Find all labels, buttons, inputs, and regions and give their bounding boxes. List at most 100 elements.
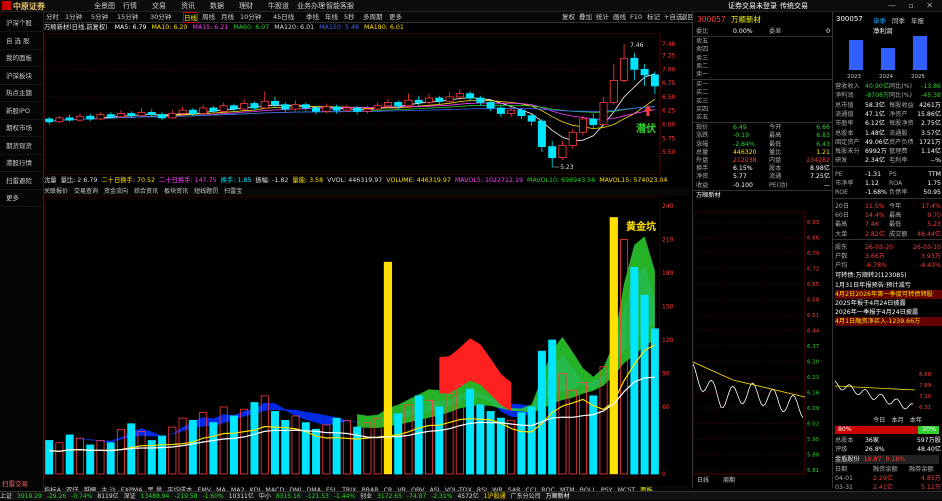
candle-body bbox=[240, 103, 249, 110]
sidebar-item[interactable]: 我的面板 bbox=[0, 50, 44, 67]
quote-row: 收益 -0.100 PE(动) — bbox=[693, 182, 833, 190]
quote-bottom-tab[interactable]: 日线 bbox=[697, 476, 709, 484]
fin-row-label: 市盈率 bbox=[835, 120, 854, 128]
window-controls[interactable]: — ▫ ✕ bbox=[888, 0, 938, 12]
status-item: 3172.65 bbox=[377, 493, 402, 500]
bottom-tab[interactable]: 关联报价 bbox=[44, 188, 68, 195]
convertible-bond-notice[interactable]: 可转债:万顺转2(123085) bbox=[835, 271, 942, 280]
period-tab[interactable]: 月线 bbox=[221, 12, 234, 23]
fin-period-tab[interactable]: 今日 bbox=[873, 417, 885, 424]
toolbar-right-button[interactable]: F10 bbox=[630, 12, 642, 23]
top-menu-item[interactable]: 理财 bbox=[239, 0, 253, 12]
fin-news-item[interactable]: 4月1日融资净买入-1239.66万 bbox=[835, 316, 942, 326]
fin-tab[interactable]: 同季 bbox=[892, 17, 905, 25]
quote-bottom-tab[interactable]: 周期 bbox=[723, 476, 735, 484]
period-tab[interactable]: 30分钟 bbox=[150, 12, 171, 23]
fin-row-value: 1.12 bbox=[865, 180, 879, 187]
fin-news-item[interactable]: 2025年报于4月24日披露 bbox=[835, 299, 942, 308]
sidebar-item[interactable]: 期货现货 bbox=[0, 138, 44, 155]
fin-period-tab[interactable]: 本年 bbox=[910, 417, 922, 424]
fin-news-item[interactable]: 1月31日年报预告:预计减亏 bbox=[835, 281, 942, 290]
candle-body bbox=[630, 57, 639, 70]
quote-row-value: -0.100 bbox=[733, 181, 753, 189]
toolbar-right-button[interactable]: 画线 bbox=[613, 12, 626, 23]
period-tab[interactable]: 5分钟 bbox=[91, 12, 108, 23]
status-item: -29.26 bbox=[46, 493, 67, 500]
candle-body bbox=[558, 145, 567, 159]
top-menu-item[interactable]: 业务办理 bbox=[297, 0, 325, 12]
sidebar-item[interactable]: 沪深板块 bbox=[0, 68, 44, 85]
bottom-tab[interactable]: 扫雷宝 bbox=[224, 188, 242, 195]
quote-row-label2: 委差 bbox=[769, 28, 782, 35]
top-menu-item[interactable]: 行情 bbox=[123, 0, 137, 12]
bottom-tab[interactable]: 资金流向 bbox=[104, 188, 128, 195]
period-tab[interactable]: 15分钟 bbox=[117, 12, 138, 23]
fin-row-value: 26.8% bbox=[865, 446, 885, 454]
sidebar-item[interactable]: 新股IPO bbox=[0, 103, 44, 120]
fin-row-label2: 流通股 bbox=[889, 129, 908, 137]
bottom-tab[interactable]: 综合资讯 bbox=[134, 188, 158, 195]
top-menu-item[interactable]: 资讯 bbox=[181, 0, 195, 12]
volume-bar bbox=[640, 294, 649, 475]
period-tab[interactable]: 多周期 bbox=[363, 12, 383, 23]
tick-y-label: 6.37 bbox=[807, 344, 820, 350]
sidebar-item[interactable]: 热点主题 bbox=[0, 85, 44, 102]
fin-news-item[interactable]: 2026年一季报于4月24日披露 bbox=[835, 308, 942, 317]
bottom-tab[interactable]: 交易查询 bbox=[74, 188, 98, 195]
sidebar-item[interactable]: 更多 bbox=[0, 190, 44, 207]
candle-body bbox=[137, 111, 146, 117]
fin-row-value2: 26-03-10 bbox=[912, 243, 941, 251]
bottom-tab[interactable]: 板块资讯 bbox=[164, 188, 188, 195]
fin-tab[interactable]: 年报 bbox=[911, 17, 924, 25]
quote-row-value: 0.00% bbox=[733, 28, 753, 35]
top-menu-item[interactable]: 交易 bbox=[152, 0, 166, 12]
top-right-menu-item[interactable]: 证券交易未登录 bbox=[728, 0, 777, 12]
period-tab[interactable]: 周线 bbox=[202, 12, 215, 23]
fin-news-item[interactable]: 4月2日2026年第一季度可转债转股 bbox=[835, 289, 942, 299]
period-tab[interactable]: 日线 bbox=[183, 12, 198, 23]
bottom-tab[interactable]: 短线题罚 bbox=[194, 188, 218, 195]
quote-row-value2: 6.66 bbox=[816, 124, 830, 132]
toolbar-right-button[interactable]: 统计 bbox=[596, 12, 609, 23]
fin-period-tab[interactable]: 本月 bbox=[891, 417, 903, 424]
period-tab[interactable]: 5秒 bbox=[344, 12, 355, 23]
fin-row: 总股本 36家 597万股 bbox=[833, 436, 942, 445]
volume-bar bbox=[229, 415, 238, 475]
volume-bar bbox=[589, 395, 598, 475]
toolbar-right-button[interactable]: 叠加 bbox=[579, 12, 592, 23]
top-menu-item[interactable]: 数据 bbox=[210, 0, 224, 12]
sidebar-item[interactable]: 沪深个股 bbox=[0, 15, 44, 32]
mini-y-label: 7.89 bbox=[919, 383, 932, 389]
period-tab[interactable]: 10分钟 bbox=[240, 12, 261, 23]
period-tab[interactable]: 1分钟 bbox=[65, 12, 82, 23]
sidebar-item[interactable]: 港股行情 bbox=[0, 155, 44, 172]
toolbar-right-button[interactable]: 标记 bbox=[647, 12, 660, 23]
compare-row[interactable]: 金盾股份 10.87 0.18% bbox=[835, 454, 939, 464]
volume-tick-label: 0 bbox=[662, 471, 666, 478]
sidebar-item[interactable]: 期权市场 bbox=[0, 120, 44, 137]
period-tab[interactable]: 季线 bbox=[306, 12, 319, 23]
top-right-menu-item[interactable]: 传统交易 bbox=[780, 0, 808, 12]
toolbar-right-button[interactable]: +自选 bbox=[664, 12, 682, 23]
period-tab[interactable]: 45日线 bbox=[273, 12, 294, 23]
toolbar-right-button[interactable]: 复权 bbox=[562, 12, 575, 23]
candle-body bbox=[178, 109, 187, 114]
period-tab[interactable]: 年线 bbox=[325, 12, 338, 23]
quote-row-label: 卖一 bbox=[696, 71, 709, 78]
fin-row-value2: 2.75亿 bbox=[921, 120, 941, 128]
sidebar-item[interactable]: 扫雷避险 bbox=[0, 173, 44, 190]
price-chart[interactable]: 7.46 5.23 潜伏 bbox=[44, 33, 689, 175]
sidebar-bottom[interactable]: 扫雷交易 bbox=[2, 478, 28, 488]
volume-chart[interactable]: 黄金坑 bbox=[44, 196, 660, 478]
sidebar-item[interactable]: 自 选 股 bbox=[0, 33, 44, 50]
period-tab[interactable]: 分时 bbox=[46, 12, 59, 23]
tick-y-label: 6.86 bbox=[807, 236, 820, 242]
top-menu-item[interactable]: 全景图 bbox=[94, 0, 115, 12]
top-menu-item[interactable]: 智能客服 bbox=[326, 0, 354, 12]
fin-tab[interactable]: 单季 bbox=[873, 17, 886, 25]
top-menu-item[interactable]: 牛股道 bbox=[268, 0, 289, 12]
period-tab[interactable]: 更多 bbox=[389, 12, 402, 23]
quote-row: 卖四 bbox=[693, 46, 833, 54]
fin-row: 固定资产 49.06亿 资产负债 1721万 bbox=[833, 138, 942, 147]
candle-body bbox=[86, 115, 95, 120]
